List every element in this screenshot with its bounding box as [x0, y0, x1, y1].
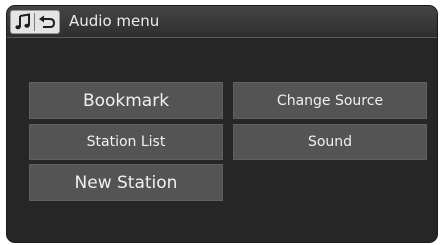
header-icon-group[interactable]	[10, 10, 60, 34]
bookmark-button[interactable]: Bookmark	[29, 82, 223, 119]
new-station-button[interactable]: New Station	[29, 164, 223, 201]
page-title: Audio menu	[69, 12, 160, 30]
station-list-button[interactable]: Station List	[29, 124, 223, 160]
audio-screen: Audio menu Bookmark Change Source Statio…	[6, 5, 438, 243]
sound-button[interactable]: Sound	[233, 124, 427, 160]
change-source-button[interactable]: Change Source	[233, 82, 427, 119]
title-bar: Audio menu	[7, 6, 437, 38]
icon-divider	[34, 13, 35, 31]
